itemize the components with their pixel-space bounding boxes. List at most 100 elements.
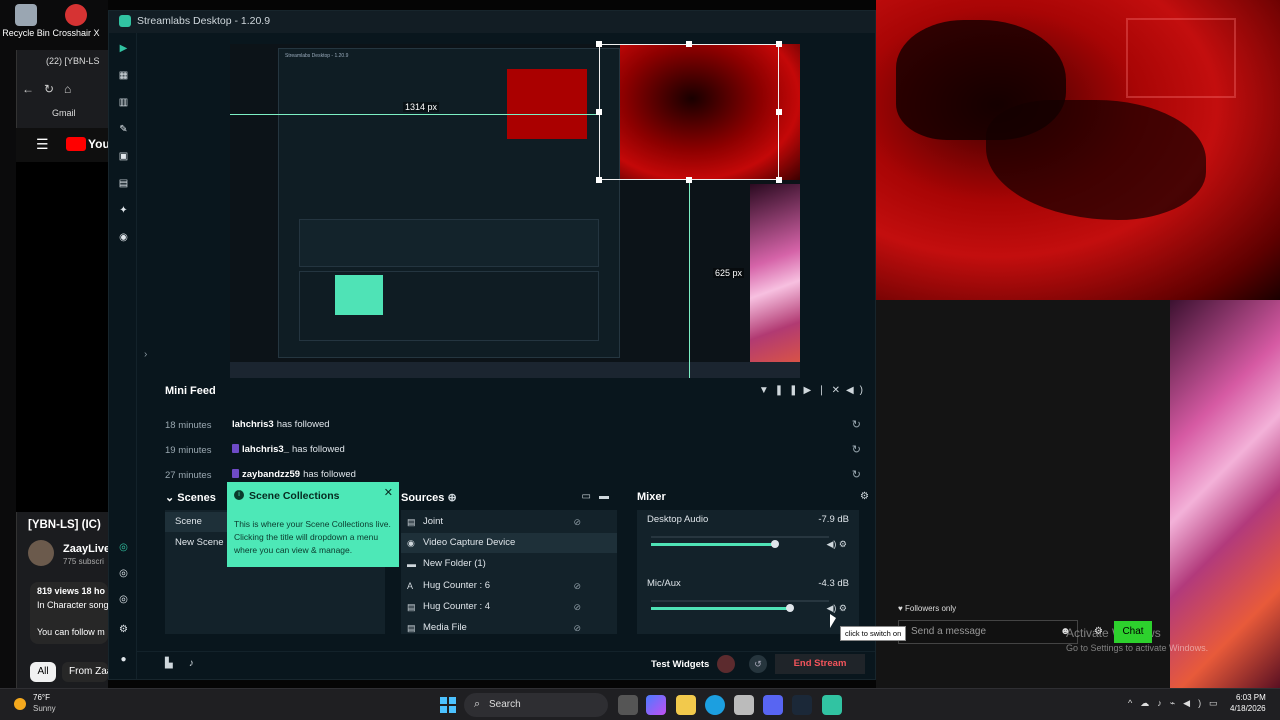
media-icon[interactable]: ▤ (118, 178, 129, 189)
chat-send-button[interactable]: Chat (1114, 621, 1152, 643)
record-button[interactable] (717, 655, 735, 673)
store-icon[interactable]: ▣ (118, 151, 129, 162)
resize-handle[interactable] (686, 41, 692, 47)
add-source-icon[interactable]: ⊕ (447, 492, 456, 504)
stats-icon[interactable]: ▙ (165, 658, 189, 669)
hamburger-menu-icon[interactable]: ☰ (36, 136, 49, 153)
replay-buffer-button[interactable]: ↺ (749, 655, 767, 673)
discord-icon[interactable] (763, 695, 783, 715)
title-bar[interactable]: Streamlabs Desktop - 1.20.9 (109, 11, 875, 33)
sun-icon[interactable] (14, 698, 26, 710)
steam-icon[interactable] (792, 695, 812, 715)
youtube-logo-icon[interactable] (66, 137, 86, 151)
resize-handle[interactable] (596, 177, 602, 183)
source-item[interactable]: ▤ Hug Counter : 4 ⊘ (401, 597, 617, 617)
visibility-icon[interactable]: ⊘ (573, 576, 581, 596)
notifications-bell-icon[interactable]: ♪ (189, 658, 210, 669)
mute-icon[interactable]: ◀) (826, 603, 836, 613)
info-icon: i (234, 490, 244, 500)
source-item[interactable]: ▬ New Folder (1) (401, 554, 617, 574)
mute-icon[interactable]: ✕ (832, 385, 846, 396)
preview-nested-window: Streamlabs Desktop - 1.20.9 (278, 48, 620, 358)
desktop-icon-label: Crosshair X (52, 28, 100, 38)
skip-icon[interactable]: ▶❘ (804, 385, 832, 396)
editor-icon[interactable]: ▶ (118, 43, 129, 54)
emote-icon[interactable]: ☻ (1060, 626, 1071, 637)
replay-icon[interactable]: ↻ (852, 468, 861, 481)
volume-slider-track[interactable] (651, 607, 791, 610)
scenes-title[interactable]: ⌄ Scenes (165, 491, 216, 504)
resize-handle[interactable] (776, 177, 782, 183)
visibility-icon[interactable]: ⊘ (573, 618, 581, 638)
app-icon-2[interactable]: ◎ (118, 568, 129, 579)
end-stream-button[interactable]: End Stream (775, 654, 865, 674)
source-settings-icon[interactable]: ▭ (582, 491, 599, 502)
chat-settings-icon[interactable]: ⚙ (1094, 626, 1103, 637)
chip-from-channel[interactable]: From Zaa (62, 662, 108, 682)
mixer-list: Desktop Audio -7.9 dB ◀) ⚙ Mic/Aux -4.3 … (637, 510, 859, 634)
browser-tab[interactable]: (22) [YBN-LS (46, 56, 100, 66)
store-icon[interactable] (734, 695, 754, 715)
streamlabs-icon[interactable] (822, 695, 842, 715)
weather-temperature[interactable]: 76°F (33, 693, 50, 702)
record-icon[interactable]: ◉ (118, 232, 129, 243)
source-selection-box[interactable] (599, 44, 779, 180)
chat-message-input[interactable]: Send a message (898, 620, 1078, 644)
mixer-channel-db: -4.3 dB (818, 578, 849, 589)
app-icon-1[interactable]: ◎ (118, 542, 129, 553)
channel-avatar[interactable] (28, 540, 54, 566)
volume-slider-knob[interactable] (786, 604, 795, 612)
resize-handle[interactable] (776, 109, 782, 115)
themes-icon[interactable]: ✎ (118, 124, 129, 135)
windows-start-icon[interactable] (440, 697, 456, 713)
volume-icon[interactable]: ◀) (846, 385, 869, 396)
clock-time[interactable]: 6:03 PM (1236, 693, 1266, 702)
copilot-icon[interactable] (646, 695, 666, 715)
resize-handle[interactable] (596, 41, 602, 47)
browser-nav-buttons[interactable]: ←↻⌂ (22, 82, 81, 96)
source-item[interactable]: ◉ Video Capture Device (401, 533, 617, 553)
feed-user: lahchris3 has followed (232, 419, 330, 430)
feed-row: 19 minutes lahchris3_ has followed ↻ (165, 441, 861, 461)
camera-icon: ◉ (407, 538, 415, 548)
replay-icon[interactable]: ↻ (852, 418, 861, 431)
mixer-settings-icon[interactable]: ⚙ (860, 491, 869, 502)
visibility-icon[interactable]: ⊘ (573, 512, 581, 532)
app-icon-3[interactable]: ◎ (118, 594, 129, 605)
mute-icon[interactable]: ◀) (826, 539, 836, 549)
bookmark-gmail[interactable]: Gmail (52, 108, 76, 118)
source-item[interactable]: A Hug Counter : 6 ⊘ (401, 576, 617, 596)
system-tray[interactable]: ^☁♪⌁◀)▭ (1128, 698, 1226, 709)
source-item[interactable]: ▤ Media File ⊘ (401, 618, 617, 638)
library-icon[interactable]: ▥ (118, 97, 129, 108)
pause-icon[interactable]: ❚❚ (775, 385, 804, 396)
channel-name[interactable]: ZaayLive (63, 543, 110, 555)
channel-settings-icon[interactable]: ⚙ (839, 539, 847, 549)
tooltip-body: This is where your Scene Collections liv… (234, 519, 391, 555)
dashboard-icon[interactable]: ▦ (118, 70, 129, 81)
chip-all[interactable]: All (30, 662, 56, 682)
resize-handle[interactable] (776, 41, 782, 47)
youtube-video-player[interactable] (16, 162, 108, 512)
volume-slider-track[interactable] (651, 543, 776, 546)
desktop-icon-crosshair[interactable]: Crosshair X (46, 4, 106, 38)
profile-icon[interactable]: ● (118, 654, 129, 665)
settings-icon[interactable]: ⚙ (118, 624, 129, 635)
visibility-icon[interactable]: ⊘ (573, 597, 581, 617)
highlighter-icon[interactable]: ✦ (118, 205, 129, 216)
volume-slider-knob[interactable] (771, 540, 780, 548)
file-explorer-icon[interactable] (676, 695, 696, 715)
channel-settings-icon[interactable]: ⚙ (839, 603, 847, 613)
resize-handle[interactable] (686, 177, 692, 183)
add-folder-icon[interactable]: ▬ (599, 491, 617, 502)
close-icon[interactable]: ✕ (384, 486, 393, 499)
test-widgets-label[interactable]: Test Widgets (651, 659, 709, 670)
task-view-icon[interactable] (618, 695, 638, 715)
replay-icon[interactable]: ↻ (852, 443, 861, 456)
taskbar-search[interactable]: ⌕ Search (464, 693, 608, 717)
source-item[interactable]: ▤ Joint ⊘ (401, 512, 617, 532)
edge-icon[interactable] (705, 695, 725, 715)
resize-handle[interactable] (596, 109, 602, 115)
collapse-sidebar-chevron-icon[interactable]: › (144, 349, 147, 360)
filter-icon[interactable]: ▼ (759, 385, 775, 396)
